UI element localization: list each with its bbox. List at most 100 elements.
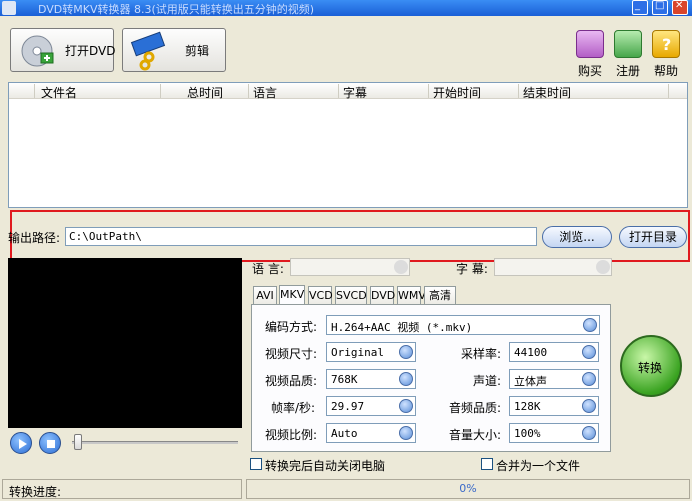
key-icon (614, 30, 642, 58)
chevron-down-icon (399, 426, 413, 440)
tab-hd[interactable]: 高清 (424, 286, 456, 304)
sample-rate-label: 采样率: (461, 347, 502, 361)
encode-value: H.264+AAC 视频 (*.mkv) (331, 321, 473, 334)
auto-shutdown-checkbox-box[interactable] (250, 458, 262, 470)
tab-wmv[interactable]: WMV (397, 286, 426, 304)
register-label: 注册 (615, 64, 640, 78)
audio-language-select[interactable] (290, 258, 410, 276)
chevron-down-icon (582, 345, 596, 359)
status-bar: 转换进度: 0% (0, 477, 692, 501)
chevron-down-icon (394, 260, 408, 274)
audio-quality-value: 128K (514, 400, 541, 413)
output-path-label: 输出路径: (8, 231, 61, 245)
column-header-language[interactable]: 语言 (249, 84, 339, 100)
stop-button[interactable] (39, 432, 61, 454)
column-header-subtitle[interactable]: 字幕 (339, 84, 429, 100)
tab-avi[interactable]: AVI (253, 286, 277, 304)
tab-dvd[interactable]: DVD (370, 286, 395, 304)
close-icon: ✕ (675, 0, 684, 11)
play-icon (19, 439, 27, 449)
minimize-icon: _ (635, 0, 640, 11)
audio-language-label: 语 言: (252, 262, 284, 276)
maximize-icon: □ (655, 0, 665, 11)
output-path-input[interactable]: C:\OutPath\ (65, 227, 537, 246)
buy-label: 购买 (577, 64, 602, 78)
video-quality-label: 视频品质: (265, 374, 318, 388)
open-dvd-button[interactable]: 打开DVD (10, 28, 116, 72)
video-size-label: 视频尺寸: (265, 347, 318, 361)
open-directory-button[interactable]: 打开目录 (619, 226, 687, 248)
auto-shutdown-label: 转换完后自动关闭电脑 (265, 459, 386, 473)
subtitle-label: 字 幕: (456, 262, 488, 276)
toolbar: 打开DVD 剪辑 购买 注册 ? 帮助 (0, 16, 692, 80)
dvd-disc-icon (21, 35, 54, 67)
column-header-filename[interactable]: 文件名 (37, 84, 161, 100)
video-preview (8, 258, 242, 428)
chevron-down-icon (582, 399, 596, 413)
buy-button[interactable]: 购买 (574, 30, 606, 78)
channel-label: 声道: (473, 374, 502, 388)
tab-svcd[interactable]: SVCD (335, 286, 367, 304)
column-header-end-time[interactable]: 结束时间 (519, 84, 669, 100)
audio-quality-label: 音频品质: (449, 401, 502, 415)
browse-button[interactable]: 浏览... (542, 226, 612, 248)
edit-button[interactable]: 剪辑 (122, 28, 226, 72)
file-list-header: 文件名 总时间 语言 字幕 开始时间 结束时间 (9, 83, 687, 100)
chevron-down-icon (399, 399, 413, 413)
auto-shutdown-checkbox[interactable]: 转换完后自动关闭电脑 (250, 457, 430, 473)
merge-files-checkbox[interactable]: 合并为一个文件 (481, 457, 601, 473)
sample-rate-select[interactable]: 44100 (509, 342, 599, 362)
tab-vcd[interactable]: VCD (308, 286, 333, 304)
chevron-down-icon (399, 345, 413, 359)
maximize-button[interactable]: □ (652, 0, 668, 15)
volume-value: 100% (514, 427, 541, 440)
merge-files-checkbox-box[interactable] (481, 458, 493, 470)
aspect-ratio-select[interactable]: Auto (326, 423, 416, 443)
frame-rate-select[interactable]: 29.97 (326, 396, 416, 416)
video-size-select[interactable]: Original (326, 342, 416, 362)
seek-slider-thumb[interactable] (74, 434, 82, 450)
seek-slider[interactable] (72, 441, 238, 444)
progress-label: 转换进度: (2, 479, 242, 499)
column-header-start-time[interactable]: 开始时间 (429, 84, 519, 100)
cart-icon (576, 30, 604, 58)
audio-subtitle-row: 语 言: 字 幕: (252, 258, 612, 278)
window-title: DVD转MKV转换器 8.3(试用版只能转换出五分钟的视频) (38, 3, 315, 16)
column-header-select[interactable] (9, 84, 35, 98)
help-question-icon: ? (652, 30, 680, 58)
play-button[interactable] (10, 432, 32, 454)
chevron-down-icon (583, 318, 597, 332)
progress-percent: 0% (459, 482, 477, 495)
minimize-button[interactable]: _ (632, 0, 648, 15)
aspect-ratio-label: 视频比例: (265, 428, 318, 442)
video-quality-select[interactable]: 768K (326, 369, 416, 389)
convert-button[interactable]: 转换 (620, 335, 682, 397)
output-path-row: 输出路径: C:\OutPath\ 浏览... 打开目录 (8, 226, 690, 248)
register-button[interactable]: 注册 (612, 30, 644, 78)
progress-bar: 0% (246, 479, 690, 499)
stop-icon (47, 440, 55, 448)
open-dvd-label: 打开DVD (65, 44, 116, 58)
frame-rate-value: 29.97 (331, 400, 365, 413)
chevron-down-icon (582, 426, 596, 440)
audio-quality-select[interactable]: 128K (509, 396, 599, 416)
app-window: DVD转MKV转换器 8.3(试用版只能转换出五分钟的视频) _ □ ✕ 打开D… (0, 0, 692, 501)
merge-files-label: 合并为一个文件 (496, 459, 581, 473)
help-button[interactable]: ? 帮助 (650, 30, 682, 78)
file-list[interactable]: 文件名 总时间 语言 字幕 开始时间 结束时间 (8, 82, 688, 208)
volume-select[interactable]: 100% (509, 423, 599, 443)
column-header-total-time[interactable]: 总时间 (183, 84, 249, 100)
video-size-value: Original (331, 346, 384, 359)
subtitle-select[interactable] (494, 258, 612, 276)
convert-label: 转换 (638, 361, 663, 375)
video-quality-value: 768K (331, 373, 358, 386)
encode-select[interactable]: H.264+AAC 视频 (*.mkv) (326, 315, 600, 335)
film-scissors-icon (130, 31, 166, 71)
sample-rate-value: 44100 (514, 346, 548, 359)
channel-select[interactable]: 立体声 (509, 369, 599, 389)
tab-mkv[interactable]: MKV (279, 285, 305, 305)
channel-value: 立体声 (514, 375, 547, 388)
close-button[interactable]: ✕ (672, 0, 688, 15)
frame-rate-label: 帧率/秒: (271, 401, 316, 415)
title-bar: DVD转MKV转换器 8.3(试用版只能转换出五分钟的视频) _ □ ✕ (0, 0, 692, 16)
